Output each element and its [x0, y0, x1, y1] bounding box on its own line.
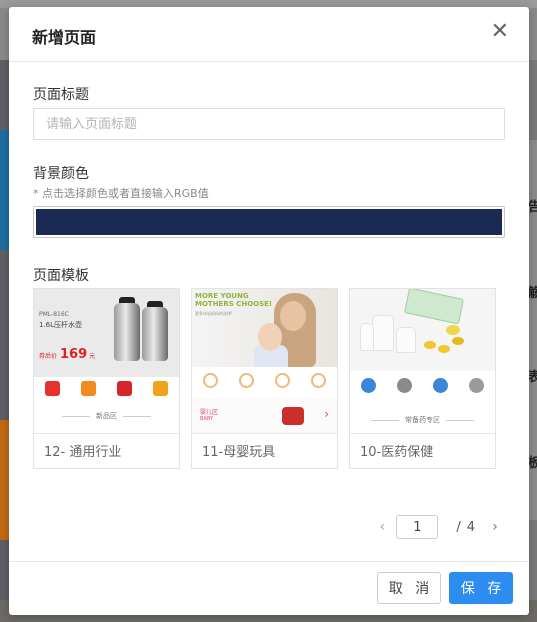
dialog-header: 新增页面 ✕ [9, 7, 529, 62]
backdrop-glyph: 觞 [528, 286, 537, 301]
background-color-label: 背景颜色 [33, 166, 89, 182]
page-number-input[interactable] [396, 515, 439, 539]
page-title-label: 页面标题 [33, 87, 89, 103]
template-list: PML-816C 1.6L压杆水壶 券后价169 元 新品区 12- 通用行业 [33, 288, 496, 469]
color-swatch [36, 209, 502, 235]
chevron-right-icon: › [324, 407, 329, 421]
template-name: 10-医药保健 [360, 445, 434, 460]
thumb-headline: MORE YOUNG MOTHERS CHOOSE! [195, 292, 273, 308]
template-card-medical[interactable]: 常备药专区 10-医药保健 [349, 288, 496, 469]
thumb-text: PML-816C [39, 311, 69, 318]
background-color-hint: * 点击选择颜色或者直接输入RGB值 [33, 187, 209, 200]
template-name: 11-母婴玩具 [202, 445, 276, 460]
template-card-mother-baby[interactable]: MORE YOUNG MOTHERS CHOOSE! 更多年轻妈妈的选择! 婴儿… [191, 288, 338, 469]
thumb-section-title: 新品区 [34, 411, 179, 421]
background-color-picker[interactable] [33, 206, 505, 238]
add-page-dialog: 新增页面 ✕ 页面标题 背景颜色 * 点击选择颜色或者直接输入RGB值 页面模板… [9, 7, 529, 615]
template-thumbnail: MORE YOUNG MOTHERS CHOOSE! 更多年轻妈妈的选择! 婴儿… [192, 289, 337, 434]
template-section-label: 页面模板 [33, 268, 89, 284]
thumb-text: 更多年轻妈妈的选择! [195, 311, 233, 316]
close-icon[interactable]: ✕ [491, 21, 509, 43]
thumb-section-subtitle: BABY [200, 416, 214, 422]
thumb-text: 1.6L压杆水壶 [39, 321, 83, 329]
thumb-section-title: 婴儿区 [200, 409, 219, 416]
backdrop-glyph: 板 [528, 456, 537, 471]
backdrop-glyph: 表 [528, 370, 537, 385]
thumb-price: 券后价 169 元 [39, 347, 96, 362]
save-button[interactable]: 保 存 [449, 572, 513, 604]
page-title-input[interactable] [33, 108, 505, 140]
kettle-image [142, 307, 168, 361]
next-page-icon[interactable]: › [485, 519, 505, 535]
backdrop-glyph: 告 [528, 200, 537, 215]
cancel-button[interactable]: 取 消 [377, 572, 441, 604]
template-name: 12- 通用行业 [44, 445, 122, 460]
pagination: ‹ / 4 › [372, 515, 505, 539]
kettle-image [114, 303, 140, 361]
baby-image [258, 323, 282, 351]
template-card-general[interactable]: PML-816C 1.6L压杆水壶 券后价 169 元 新品区 12- 通用行业 [33, 288, 180, 469]
template-thumbnail: 常备药专区 [350, 289, 495, 434]
pagination-separator: / [456, 519, 461, 535]
dialog-title: 新增页面 [32, 28, 97, 47]
prev-page-icon[interactable]: ‹ [372, 519, 392, 535]
dialog-footer: 取 消 保 存 [9, 561, 529, 615]
toy-horse-image [282, 407, 304, 425]
template-thumbnail: PML-816C 1.6L压杆水壶 券后价 169 元 新品区 [34, 289, 179, 434]
page-total: 4 [466, 519, 475, 535]
thumb-section-title: 常备药专区 [350, 415, 495, 425]
